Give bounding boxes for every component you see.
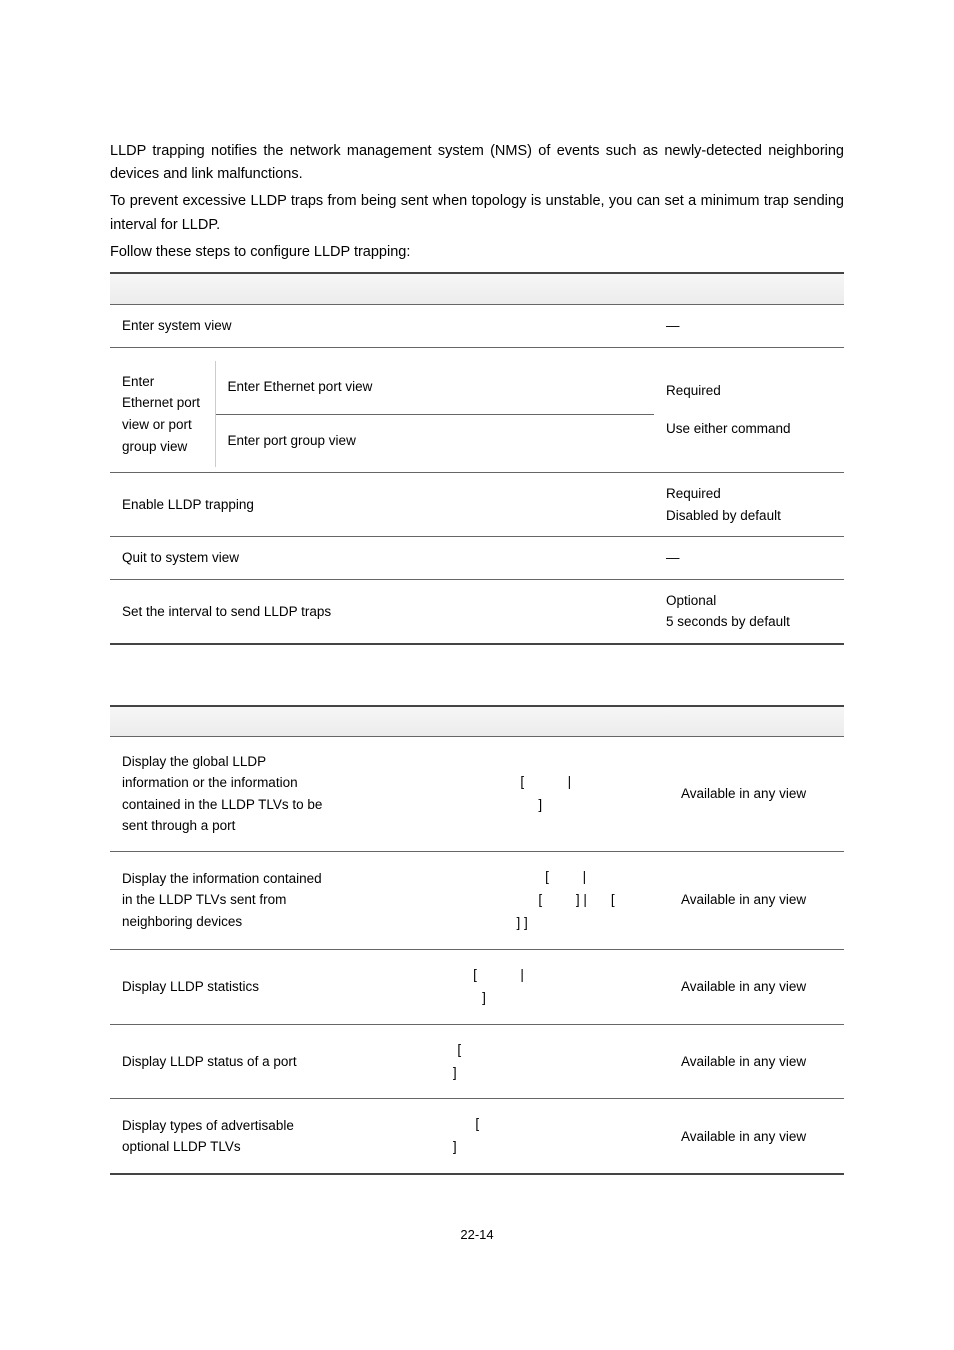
cell-todo: Display types of advertisable optional L… (110, 1099, 335, 1174)
table-row: Display the information contained in the… (110, 851, 844, 949)
display-lldp-table: Display the global LLDP information or t… (110, 705, 844, 1175)
cell-command: display lldp tlv-config [ interface inte… (335, 1099, 669, 1174)
cell-description: Available in any view (669, 851, 844, 949)
cell-description: — (654, 537, 844, 580)
cell-description: — (654, 305, 844, 348)
table-row: Display the global LLDP information or t… (110, 736, 844, 851)
header-description (654, 273, 844, 305)
cell-todo: Display LLDP statistics (110, 949, 335, 1024)
cell-description: Available in any view (669, 949, 844, 1024)
cell-command (400, 537, 654, 580)
table-header-row (110, 706, 844, 736)
steps-lead-in: Follow these steps to configure LLDP tra… (110, 241, 844, 264)
cell-command (400, 305, 654, 348)
table-row: Enter Ethernet port view or port group v… (110, 348, 844, 473)
cell-todo: Set the interval to send LLDP traps (110, 579, 400, 644)
cell-todo: Enable LLDP trapping (110, 473, 400, 537)
intro-paragraph-1: LLDP trapping notifies the network manag… (110, 140, 844, 186)
table-row: Quit to system view — (110, 537, 844, 580)
table-row: Enable LLDP trapping Required Disabled b… (110, 473, 844, 537)
cell-command: display lldp local-information [ global … (335, 736, 669, 851)
cell-description: Optional 5 seconds by default (654, 579, 844, 644)
cell-command (400, 579, 654, 644)
intro-paragraph-2: To prevent excessive LLDP traps from bei… (110, 190, 844, 236)
cell-todo: Display the information contained in the… (110, 851, 335, 949)
cell-command: display lldp status [ interface interfac… (335, 1024, 669, 1099)
cell-command (400, 473, 654, 537)
cell-description: Available in any view (669, 1099, 844, 1174)
header-command (400, 273, 654, 305)
cell-todo: Quit to system view (110, 537, 400, 580)
cell-todo: Display LLDP status of a port (110, 1024, 335, 1099)
header-todo (110, 273, 400, 305)
table-row: Enter system view — (110, 305, 844, 348)
table-row: Display LLDP statistics display lldp sta… (110, 949, 844, 1024)
cell-todo-nested: Enter Ethernet port view or port group v… (110, 348, 400, 473)
header-command (335, 706, 669, 736)
header-description (669, 706, 844, 736)
cell-todo: Display the global LLDP information or t… (110, 736, 335, 851)
table-header-row (110, 273, 844, 305)
cell-command (400, 348, 654, 473)
cell-description: Available in any view (669, 736, 844, 851)
header-todo (110, 706, 335, 736)
cell-sub-ethernet-port-view: Enter Ethernet port view (215, 361, 400, 414)
cell-command: display lldp statistics [ global | inter… (335, 949, 669, 1024)
cell-command: display lldp neighbor-information [ brie… (335, 851, 669, 949)
config-lldp-trapping-table: Enter system view — Enter Ethernet port … (110, 272, 844, 645)
cell-description: Available in any view (669, 1024, 844, 1099)
table-row: Set the interval to send LLDP traps Opti… (110, 579, 844, 644)
page-number: 22-14 (110, 1225, 844, 1246)
cell-description: Required Use either command (654, 348, 844, 473)
cell-description: Required Disabled by default (654, 473, 844, 537)
cell-todo-outer: Enter Ethernet port view or port group v… (110, 361, 215, 467)
table-row: Display LLDP status of a port display ll… (110, 1024, 844, 1099)
table-row: Display types of advertisable optional L… (110, 1099, 844, 1174)
cell-todo: Enter system view (110, 305, 400, 348)
cell-sub-port-group-view: Enter port group view (215, 414, 400, 467)
